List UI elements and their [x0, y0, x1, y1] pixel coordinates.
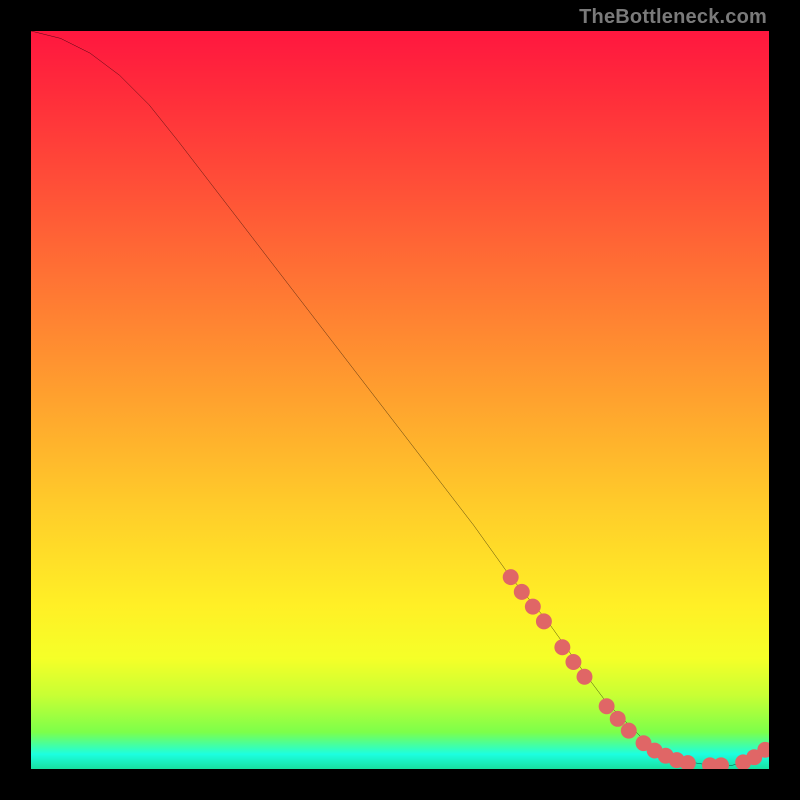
chart-stage: TheBottleneck.com [0, 0, 800, 800]
marker-dot [536, 613, 552, 629]
marker-dot [503, 569, 519, 585]
watermark-text: TheBottleneck.com [579, 6, 767, 29]
marker-dot [565, 654, 581, 670]
marker-dot [599, 698, 615, 714]
marker-dot [621, 723, 637, 739]
marker-dots [503, 569, 769, 769]
chart-svg [31, 31, 769, 769]
marker-dot [577, 669, 593, 685]
marker-dot [610, 711, 626, 727]
marker-dot [525, 599, 541, 615]
curve-line [31, 31, 769, 765]
marker-dot [713, 757, 729, 769]
plot-area [31, 31, 769, 769]
marker-dot [554, 639, 570, 655]
bottleneck-curve [31, 31, 769, 765]
marker-dot [514, 584, 530, 600]
